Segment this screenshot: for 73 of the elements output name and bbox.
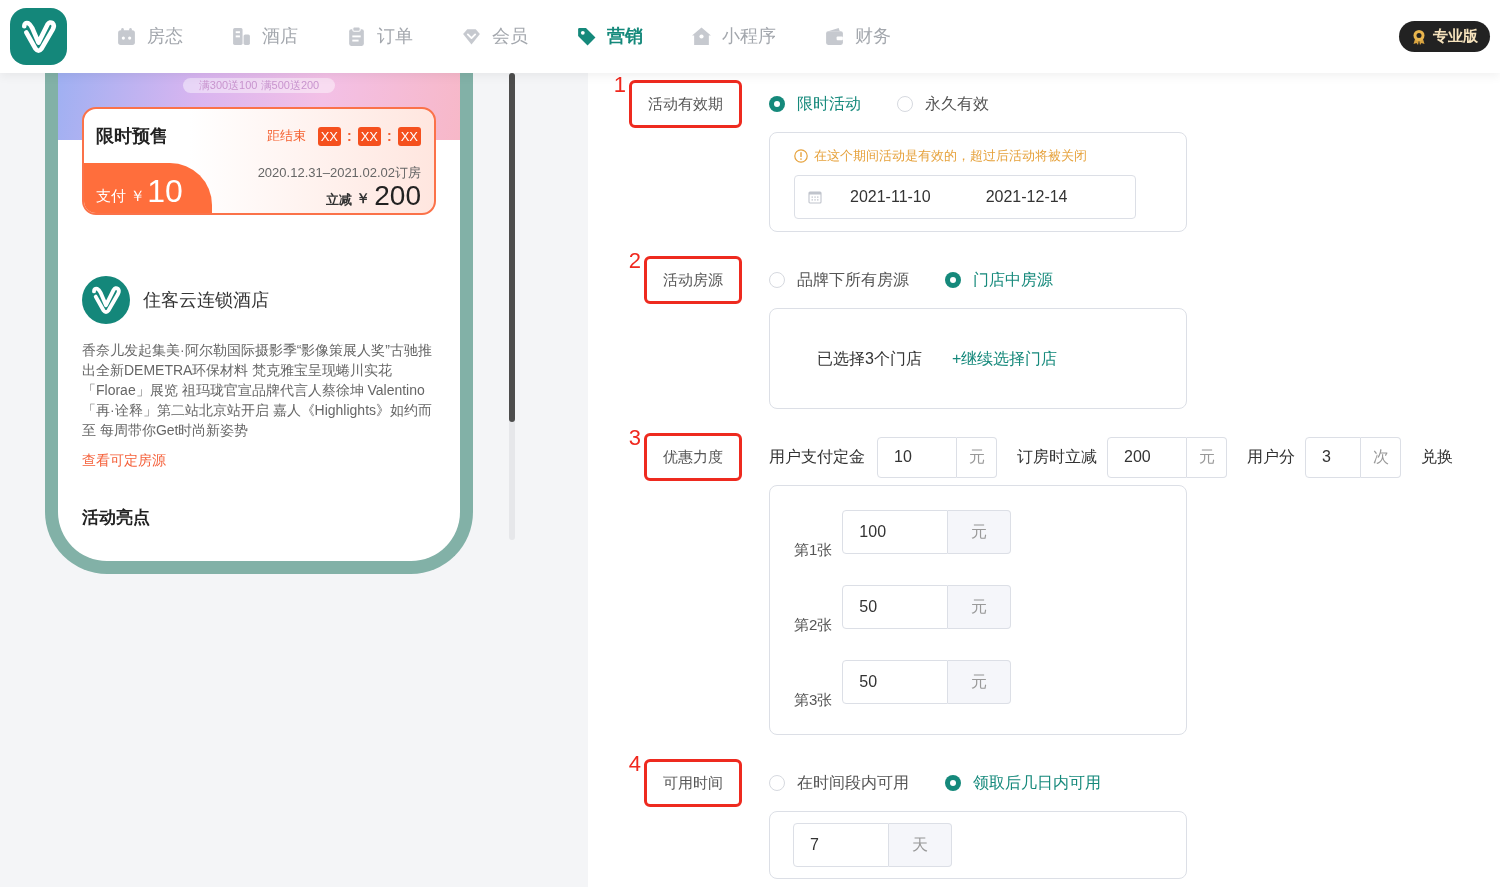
step-number: 2	[628, 250, 641, 272]
radio-option[interactable]: 限时活动	[769, 92, 861, 116]
step-number: 1	[613, 74, 626, 96]
section-label: 活动房源	[644, 256, 742, 304]
tag-icon	[576, 26, 597, 47]
date-range-field[interactable]: 2021-11-10 2021-12-14	[794, 175, 1136, 219]
logo-icon	[82, 276, 130, 324]
warning-icon	[794, 149, 808, 163]
house-icon	[691, 26, 712, 47]
coupon-label: 第3张	[794, 690, 833, 710]
date-text: 2021-12-14	[985, 187, 1068, 207]
amount-input[interactable]: 100	[842, 510, 949, 554]
section-heading: 活动亮点	[82, 507, 150, 529]
step-number: 4	[628, 753, 641, 775]
section-label: 优惠力度	[644, 433, 742, 481]
date-range-text: 2020.12.31–2021.02.02订房	[257, 164, 421, 181]
field-label: 订房时立减	[1017, 447, 1097, 467]
card-title: 限时预售	[96, 124, 168, 148]
calendar-icon	[808, 190, 822, 204]
field-label: 兑换	[1421, 447, 1453, 467]
radio-option[interactable]: 品牌下所有房源	[769, 268, 909, 292]
add-store-link[interactable]: +继续选择门店	[951, 346, 1058, 371]
currency-sign: ￥	[356, 189, 371, 208]
countdown-box: XX	[317, 126, 341, 146]
amount-input[interactable]: 200	[1107, 436, 1187, 478]
radio-option[interactable]: 领取后几日内可用	[945, 771, 1101, 795]
coupon-label: 第2张	[794, 615, 833, 635]
section-label: 活动有效期	[629, 80, 742, 128]
medal-icon	[1411, 28, 1427, 45]
unit-addon: 次	[1361, 436, 1401, 478]
wallet-icon	[824, 26, 845, 47]
countdown-separator: :	[387, 126, 392, 146]
selection-summary: 已选择3个门店	[817, 348, 922, 369]
countdown-separator: :	[346, 126, 352, 146]
unit-addon: 元	[948, 510, 1012, 554]
step-number: 3	[628, 427, 641, 449]
pay-amount: 10	[147, 173, 183, 209]
unit-addon: 天	[889, 823, 952, 867]
logo-icon	[10, 8, 67, 65]
pay-label: 支付 ￥	[96, 186, 146, 206]
hotel-description: 香奈儿发起集美·阿尔勒国际摄影季“影像策展人奖”古驰推出全新DEMETRA环保材料 梵克雅宝呈现蜷川实花「Florae」展览 祖玛珑官宣品牌代言人蔡徐坤 Valentino「再·诠释」第二站北京站开启 嘉人《Highlights》如约而至 每周带你Get时尚新姿势	[82, 341, 434, 440]
hotel-name: 住客云连锁酒店	[143, 288, 269, 312]
notice-text: 在这个期间活动是有效的，超过后活动将被关闭	[814, 148, 1087, 165]
scrollbar-thumb[interactable]	[509, 73, 515, 422]
radio-option[interactable]: 门店中房源	[945, 268, 1053, 292]
field-label: 用户分	[1247, 447, 1295, 467]
discount-label: 立减	[326, 190, 353, 209]
amount-input[interactable]: 50	[842, 585, 949, 629]
unit-addon: 元	[948, 660, 1012, 704]
amount-input[interactable]: 7	[793, 823, 889, 867]
banner-text: 满300送100 满500送200	[182, 78, 336, 93]
calendar-icon	[116, 26, 137, 47]
discount-amount: 200	[374, 181, 421, 211]
coupon-label: 第1张	[794, 540, 833, 560]
section-label: 可用时间	[644, 759, 742, 807]
diamond-icon	[461, 26, 482, 47]
unit-addon: 元	[1187, 436, 1227, 478]
edition-badge[interactable]: 专业版	[1399, 21, 1490, 52]
unit-addon: 元	[948, 585, 1012, 629]
countdown-box: XX	[357, 126, 381, 146]
amount-input[interactable]: 50	[842, 660, 949, 704]
radio-option[interactable]: 在时间段内可用	[769, 771, 909, 795]
field-label: 用户支付定金	[769, 447, 865, 467]
nav-tab[interactable]: 营销	[576, 23, 643, 50]
building-icon	[231, 26, 252, 47]
unit-addon: 元	[957, 436, 997, 478]
clipboard-icon	[346, 26, 367, 47]
amount-input[interactable]: 3	[1305, 436, 1361, 478]
radio-option[interactable]: 永久有效	[897, 92, 989, 116]
countdown-box: XX	[397, 126, 421, 146]
date-text: 2021-11-10	[850, 187, 931, 207]
countdown-label: 距结束	[266, 127, 306, 146]
amount-input[interactable]: 10	[877, 436, 957, 478]
